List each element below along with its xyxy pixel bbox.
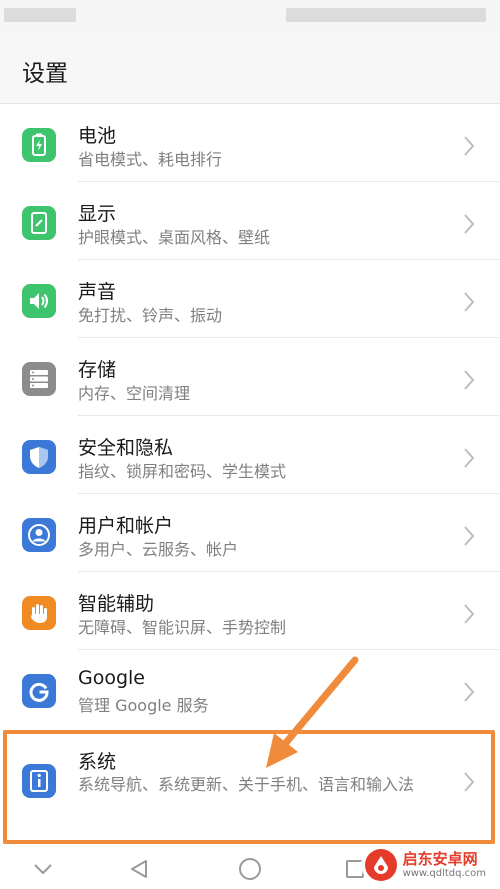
settings-item-subtitle: 无障碍、智能识屏、手势控制 xyxy=(78,618,287,637)
page-title: 设置 xyxy=(22,61,68,87)
settings-item-label: 存储 xyxy=(78,359,117,381)
chevron-right-icon xyxy=(464,136,475,156)
settings-item-subtitle: 系统导航、系统更新、关于手机、语言和输入法 xyxy=(78,775,415,794)
watermark: 启东安卓网 www.qdltdq.com xyxy=(360,845,494,885)
settings-item-label: 智能辅助 xyxy=(78,593,155,615)
settings-item-label: 电池 xyxy=(78,125,117,147)
settings-item-display[interactable]: 显示 护眼模式、桌面风格、壁纸 xyxy=(0,182,500,260)
watermark-title: 启东安卓网 xyxy=(402,849,478,868)
settings-item-subtitle: 省电模式、耗电排行 xyxy=(78,150,223,169)
settings-item-subtitle: 内存、空间清理 xyxy=(78,384,191,403)
blurred-status-right xyxy=(286,8,486,22)
settings-item-label: 系统 xyxy=(78,751,117,773)
back-icon[interactable] xyxy=(124,854,154,884)
blurred-status-left xyxy=(4,8,76,22)
settings-item-system[interactable]: 系统 系统导航、系统更新、关于手机、语言和输入法 xyxy=(0,732,500,842)
settings-item-label: 用户和帐户 xyxy=(78,515,174,537)
settings-item-label: 显示 xyxy=(78,203,117,225)
settings-item-storage[interactable]: 存储 内存、空间清理 xyxy=(0,338,500,416)
google-icon xyxy=(22,674,56,708)
display-icon xyxy=(22,206,56,240)
settings-item-google[interactable]: Google 管理 Google 服务 xyxy=(0,650,500,728)
hand-icon xyxy=(22,596,56,630)
settings-item-subtitle: 护眼模式、桌面风格、壁纸 xyxy=(78,228,271,247)
settings-item-subtitle: 管理 Google 服务 xyxy=(78,696,209,715)
home-icon[interactable] xyxy=(235,854,265,884)
chevron-right-icon xyxy=(464,370,475,390)
settings-item-label: Google xyxy=(78,667,146,689)
shield-icon xyxy=(22,440,56,474)
settings-item-label: 安全和隐私 xyxy=(78,437,174,459)
status-bar xyxy=(0,0,500,32)
settings-item-subtitle: 免打扰、铃声、振动 xyxy=(78,306,223,325)
settings-item-users[interactable]: 用户和帐户 多用户、云服务、帐户 xyxy=(0,494,500,572)
user-icon xyxy=(22,518,56,552)
chevron-right-icon xyxy=(464,604,475,624)
settings-item-smart-assist[interactable]: 智能辅助 无障碍、智能识屏、手势控制 xyxy=(0,572,500,650)
chevron-right-icon xyxy=(464,526,475,546)
chevron-right-icon xyxy=(464,214,475,234)
watermark-url: www.qdltdq.com xyxy=(402,867,486,879)
watermark-logo-icon xyxy=(364,849,397,881)
chevron-right-icon xyxy=(464,682,475,702)
battery-icon xyxy=(22,128,56,162)
settings-item-security[interactable]: 安全和隐私 指纹、锁屏和密码、学生模式 xyxy=(0,416,500,494)
settings-item-battery[interactable]: 电池 省电模式、耗电排行 xyxy=(0,104,500,182)
storage-icon xyxy=(22,362,56,396)
chevron-right-icon xyxy=(464,292,475,312)
sound-icon xyxy=(22,284,56,318)
chevron-right-icon xyxy=(464,448,475,468)
settings-item-subtitle: 指纹、锁屏和密码、学生模式 xyxy=(78,462,287,481)
settings-item-sound[interactable]: 声音 免打扰、铃声、振动 xyxy=(0,260,500,338)
chevron-right-icon xyxy=(464,772,475,792)
chevron-down-icon[interactable] xyxy=(28,854,58,884)
settings-item-label: 声音 xyxy=(78,281,117,303)
settings-item-subtitle: 多用户、云服务、帐户 xyxy=(78,540,239,559)
info-icon xyxy=(22,764,56,798)
header: 设置 xyxy=(0,32,500,104)
